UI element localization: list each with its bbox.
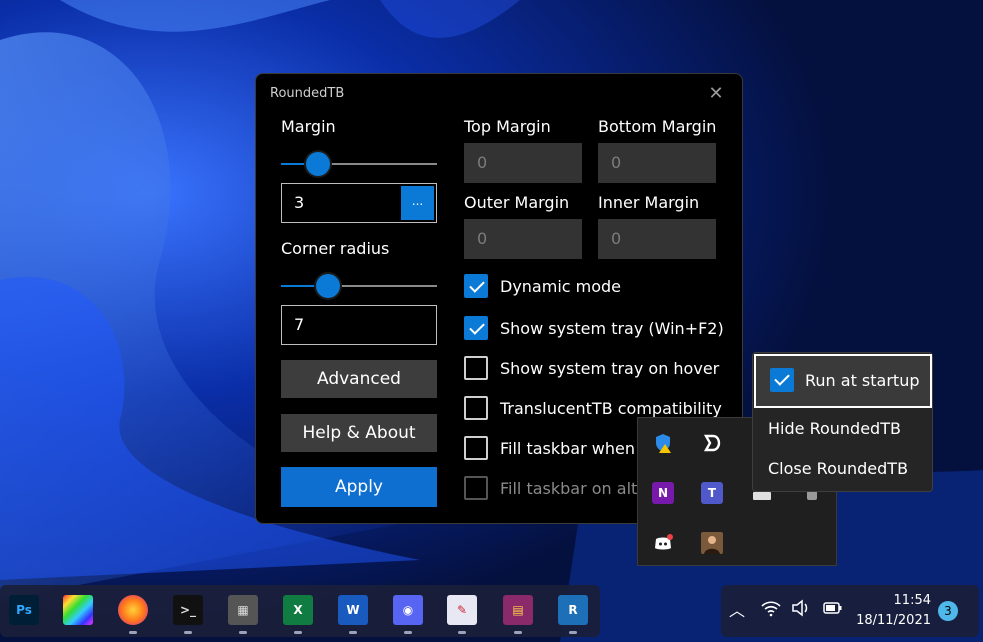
- checkbox-label: Show system tray on hover: [500, 358, 720, 378]
- color-palette-icon[interactable]: [63, 595, 93, 625]
- corner-radius-input[interactable]: 7: [281, 305, 437, 345]
- close-icon[interactable]: ✕: [704, 82, 728, 106]
- outer-margin-input: 0: [464, 219, 582, 259]
- photoshop-icon[interactable]: Ps: [9, 595, 39, 625]
- calculator-icon[interactable]: ▦: [228, 595, 258, 625]
- checkbox-box[interactable]: [464, 274, 488, 298]
- bottom-margin-input: 0: [598, 143, 716, 183]
- running-indicator: [458, 631, 466, 634]
- roundedtb-icon[interactable]: R: [558, 595, 588, 625]
- advanced-button[interactable]: Advanced: [281, 360, 437, 398]
- checkbox-label: Fill taskbar on alt+: [500, 478, 651, 498]
- word-icon[interactable]: W: [338, 595, 368, 625]
- checkbox-box[interactable]: [464, 396, 488, 420]
- checkbox-box: [464, 476, 488, 500]
- tray-context-menu: Run at startup Hide RoundedTB Close Roun…: [752, 352, 933, 492]
- security-warning-icon[interactable]: [652, 432, 674, 454]
- firefox-icon[interactable]: [118, 595, 148, 625]
- terminal-icon[interactable]: >_: [173, 595, 203, 625]
- margin-label: Margin: [281, 117, 336, 136]
- discord-icon[interactable]: ◉: [393, 595, 423, 625]
- margin-slider-thumb[interactable]: [306, 152, 331, 176]
- corner-radius-input-value: 7: [294, 315, 305, 334]
- running-indicator: [569, 631, 577, 634]
- system-tray: ︿ 11:54 18/11/2021 3: [721, 585, 979, 637]
- winrar-icon[interactable]: ▤: [503, 595, 533, 625]
- help-about-button[interactable]: Help & About: [281, 414, 437, 452]
- wifi-icon[interactable]: [761, 599, 781, 621]
- running-indicator: [294, 631, 302, 634]
- checkbox-row-4[interactable]: Fill taskbar when m: [464, 435, 656, 461]
- top-margin-input: 0: [464, 143, 582, 183]
- checkbox-row-5: Fill taskbar on alt+: [464, 475, 651, 501]
- teams-icon[interactable]: T: [701, 482, 723, 504]
- checkbox-box[interactable]: [464, 436, 488, 460]
- chevron-up-icon[interactable]: ︿: [729, 597, 745, 621]
- margin-more-button[interactable]: ...: [401, 186, 434, 220]
- clock-date[interactable]: 18/11/2021: [855, 613, 931, 628]
- corner-radius-slider[interactable]: [281, 274, 437, 298]
- corner-radius-slider-thumb[interactable]: [315, 274, 340, 298]
- inner-margin-label: Inner Margin: [598, 193, 700, 212]
- running-indicator: [129, 631, 137, 634]
- window-title: RoundedTB: [270, 86, 345, 101]
- menu-item-close-roundedtb[interactable]: Close RoundedTB: [753, 444, 932, 494]
- inner-margin-input: 0: [598, 219, 716, 259]
- top-margin-label: Top Margin: [464, 117, 551, 136]
- onenote-icon[interactable]: N: [652, 482, 674, 504]
- checkbox-row-1[interactable]: Show system tray (Win+F2): [464, 315, 724, 341]
- taskbar: Ps >_ ▦ X W ◉ ✎ ▤ R: [0, 585, 600, 637]
- margin-slider[interactable]: [281, 152, 437, 176]
- menu-item-run-at-startup[interactable]: Run at startup: [754, 354, 932, 408]
- running-indicator: [349, 631, 357, 634]
- menu-item-label: Run at startup: [805, 371, 920, 390]
- checkbox-box[interactable]: [464, 316, 488, 340]
- bottom-margin-label: Bottom Margin: [598, 117, 717, 136]
- run-at-startup-checkbox[interactable]: [770, 367, 794, 392]
- volume-icon[interactable]: [791, 599, 811, 621]
- running-indicator: [184, 631, 192, 634]
- checkbox-label: Fill taskbar when m: [500, 438, 656, 458]
- margin-input[interactable]: 3 ...: [281, 183, 437, 223]
- running-indicator: [514, 631, 522, 634]
- running-indicator: [239, 631, 247, 634]
- checkbox-box[interactable]: [464, 356, 488, 380]
- discord-tray-icon[interactable]: [652, 532, 674, 554]
- margin-input-value: 3: [294, 193, 305, 212]
- dashlane-icon[interactable]: [701, 432, 723, 454]
- paint-icon[interactable]: ✎: [447, 595, 477, 625]
- user-photo-icon[interactable]: [701, 532, 723, 554]
- battery-icon[interactable]: [821, 599, 843, 621]
- checkbox-row-2[interactable]: Show system tray on hover: [464, 355, 719, 381]
- excel-icon[interactable]: X: [283, 595, 313, 625]
- checkbox-label: Dynamic mode: [500, 276, 622, 296]
- checkbox-label: TranslucentTB compatibility: [500, 398, 722, 418]
- notification-badge[interactable]: 3: [938, 601, 958, 621]
- outer-margin-label: Outer Margin: [464, 193, 570, 212]
- apply-button[interactable]: Apply: [281, 467, 437, 507]
- clock-time[interactable]: 11:54: [861, 593, 931, 608]
- checkbox-label: Show system tray (Win+F2): [500, 318, 724, 338]
- checkbox-row-0[interactable]: Dynamic mode: [464, 273, 621, 299]
- corner-radius-label: Corner radius: [281, 239, 390, 258]
- running-indicator: [404, 631, 412, 634]
